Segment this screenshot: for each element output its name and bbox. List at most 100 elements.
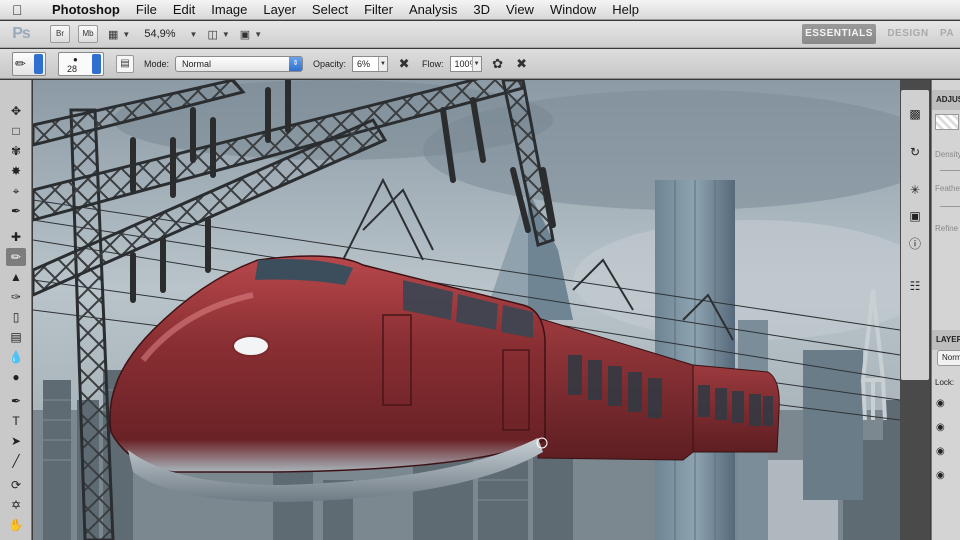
- mini-bridge-button[interactable]: Mb: [78, 25, 98, 43]
- menu-window[interactable]: Window: [542, 0, 604, 20]
- workspace-painting[interactable]: PA: [940, 24, 960, 44]
- chevron-down-icon: [34, 53, 43, 74]
- screen-mode-dropdown[interactable]: ▣ ▼: [240, 28, 262, 41]
- chevron-down-icon: ▼: [221, 29, 230, 39]
- lock-label: Lock:: [935, 378, 955, 387]
- density-slider[interactable]: [940, 170, 960, 171]
- menu-analysis[interactable]: Analysis: [401, 0, 465, 20]
- quick-selection-tool-icon[interactable]: ✸: [6, 162, 26, 180]
- view-extras-dropdown[interactable]: ▦ ▼: [108, 28, 130, 41]
- mini-bridge-icon[interactable]: ▩: [905, 104, 925, 124]
- updown-arrows-icon: ⇕: [289, 56, 303, 71]
- menu-filter[interactable]: Filter: [356, 0, 401, 20]
- healing-brush-tool-icon[interactable]: ✚: [6, 228, 26, 246]
- workspace-essentials[interactable]: ESSENTIALS: [802, 24, 876, 44]
- bridge-button[interactable]: Br: [50, 25, 70, 43]
- menu-image[interactable]: Image: [203, 0, 255, 20]
- mode-select[interactable]: Normal ⇕: [175, 55, 304, 72]
- actions-icon[interactable]: ✳: [905, 180, 925, 200]
- history-brush-tool-icon[interactable]: ✑: [6, 288, 26, 306]
- eye-icon[interactable]: ◉: [936, 446, 945, 457]
- tool-preset-picker[interactable]: ✏: [12, 51, 46, 76]
- navigator-icon[interactable]: ▣: [905, 206, 925, 226]
- 3d-orbit-tool-icon[interactable]: ✡: [6, 496, 26, 514]
- info-icon[interactable]: ⓘ: [905, 234, 925, 254]
- apple-menu-icon[interactable]: : [12, 2, 28, 18]
- opacity-value: 6%: [357, 58, 371, 69]
- menu-view[interactable]: View: [498, 0, 542, 20]
- chevron-down-icon: [92, 53, 101, 74]
- menu-3d[interactable]: 3D: [465, 0, 498, 20]
- 3d-rotate-tool-icon[interactable]: ⟳: [6, 476, 26, 494]
- document-canvas[interactable]: [33, 80, 900, 540]
- arrange-icon: ◫: [207, 28, 218, 41]
- move-tool-icon[interactable]: ✥: [6, 102, 26, 120]
- hand-tool-icon[interactable]: ✋: [6, 516, 26, 534]
- pressure-opacity-icon[interactable]: ✖: [396, 56, 412, 72]
- opacity-field[interactable]: 6% ▼: [352, 55, 389, 72]
- lasso-tool-icon[interactable]: ✾: [6, 142, 26, 160]
- airbrush-icon[interactable]: ✿: [490, 56, 506, 72]
- arrange-documents-dropdown[interactable]: ◫ ▼: [207, 28, 229, 41]
- shape-tool-icon[interactable]: ╱: [6, 452, 26, 470]
- tab-adjustments[interactable]: ADJUS: [932, 90, 960, 110]
- pressure-size-icon[interactable]: ✖: [514, 56, 530, 72]
- path-selection-tool-icon[interactable]: ➤: [6, 432, 26, 450]
- dodge-tool-icon[interactable]: ●: [6, 368, 26, 386]
- screen-mode-icon: ▣: [239, 28, 251, 41]
- options-bar: ✏ ● 28 ▤ Mode: Normal ⇕ Opacity: 6% ▼ ✖ …: [0, 49, 960, 79]
- menu-file[interactable]: File: [128, 0, 165, 20]
- application-bar: Ps Br Mb ▦ ▼ 54,9% ▼ ◫ ▼ ▣ ▼ ESSENTIALS DES…: [0, 21, 960, 48]
- mask-thumbnail[interactable]: [935, 114, 959, 130]
- menu-layer[interactable]: Layer: [255, 0, 304, 20]
- eye-icon[interactable]: ◉: [936, 470, 945, 481]
- photoshop-logo: Ps: [12, 25, 31, 42]
- brush-icon: ✏: [15, 55, 26, 71]
- zoom-level[interactable]: 54,9%: [144, 28, 175, 40]
- marquee-tool-icon[interactable]: □: [6, 122, 26, 140]
- refine-label: Refine: [935, 224, 959, 233]
- chevron-down-icon: ▼: [122, 29, 131, 39]
- eye-icon[interactable]: ◉: [936, 398, 945, 409]
- chevron-down-icon: ▼: [378, 56, 388, 71]
- brush-tool-icon[interactable]: ✏: [6, 248, 26, 266]
- menu-photoshop[interactable]: Photoshop: [44, 0, 128, 20]
- brush-panel-toggle-icon[interactable]: ▤: [116, 54, 134, 73]
- opacity-label: Opacity:: [313, 58, 347, 69]
- crop-tool-icon[interactable]: ⌖: [6, 182, 26, 200]
- clone-stamp-tool-icon[interactable]: ▲: [6, 268, 26, 286]
- panel-icon-dock: ▩ ↻ ✳ ▣ ⓘ ☷: [900, 80, 930, 540]
- brush-preset-picker[interactable]: ● 28: [58, 51, 104, 76]
- chevron-down-icon: ▼: [254, 29, 263, 39]
- eye-icon[interactable]: ◉: [936, 422, 945, 433]
- flow-label: Flow:: [422, 58, 444, 69]
- menu-edit[interactable]: Edit: [165, 0, 203, 20]
- menu-help[interactable]: Help: [604, 0, 647, 20]
- density-label: Density: [935, 150, 960, 159]
- artwork-illustration: [33, 80, 900, 540]
- history-icon[interactable]: ↻: [905, 142, 925, 162]
- brush-size-value: 28: [67, 63, 78, 74]
- chevron-down-icon: ▼: [471, 56, 481, 71]
- flow-field[interactable]: 100% ▼: [449, 55, 482, 72]
- right-panel-stack: ADJUS Density Feathe Refine LAYER Norm L…: [931, 80, 960, 540]
- blur-tool-icon[interactable]: 💧: [6, 348, 26, 366]
- zoom-dropdown[interactable]: ▼: [186, 30, 198, 39]
- tab-layers[interactable]: LAYER: [932, 330, 960, 350]
- dock-icon-group: ▩ ↻ ✳ ▣ ⓘ ☷: [901, 90, 929, 380]
- menu-select[interactable]: Select: [304, 0, 356, 20]
- feather-slider[interactable]: [940, 206, 960, 207]
- type-tool-icon[interactable]: T: [6, 412, 26, 430]
- blend-mode-select[interactable]: Norm: [937, 350, 960, 366]
- pen-tool-icon[interactable]: ✒: [6, 392, 26, 410]
- mode-label: Mode:: [144, 58, 170, 69]
- usb-device-icon[interactable]: ☷: [905, 276, 925, 296]
- workspace-design[interactable]: DESIGN: [884, 24, 932, 44]
- gradient-tool-icon[interactable]: ▤: [6, 328, 26, 346]
- eraser-tool-icon[interactable]: ▯: [6, 308, 26, 326]
- mode-value: Normal: [182, 58, 212, 69]
- chevron-down-icon: ▼: [189, 29, 198, 39]
- eyedropper-tool-icon[interactable]: ✒: [6, 202, 26, 220]
- tools-panel: ✥ □ ✾ ✸ ⌖ ✒ ✚ ✏ ▲ ✑ ▯ ▤ 💧 ● ✒ T ➤ ╱ ⟳ ✡ …: [0, 80, 32, 540]
- mac-menu-bar:  Photoshop File Edit Image Layer Select…: [0, 0, 960, 20]
